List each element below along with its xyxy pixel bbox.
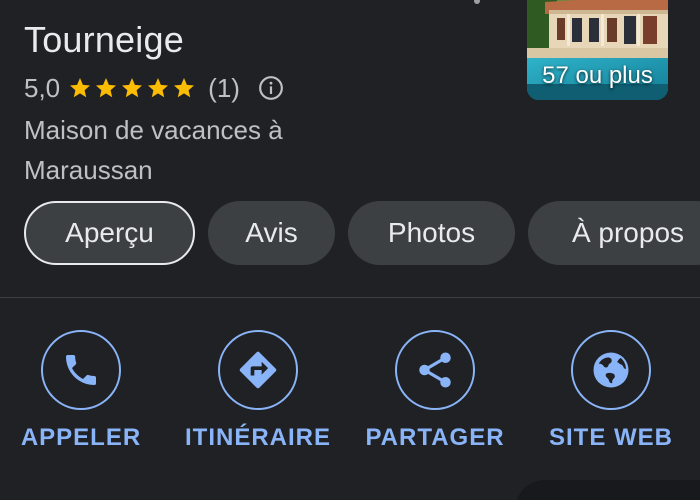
- tab-about[interactable]: À propos: [528, 201, 700, 265]
- info-icon[interactable]: [258, 75, 284, 101]
- rating-value: 5,0: [24, 72, 61, 103]
- share-button-circle[interactable]: [395, 330, 475, 410]
- place-category: Maison de vacances à Maraussan: [24, 115, 283, 185]
- tab-overview[interactable]: Aperçu: [24, 201, 195, 265]
- more-options-icon[interactable]: [474, 0, 480, 4]
- rating-row[interactable]: 5,0 (1): [24, 70, 284, 106]
- rating-stars: [68, 76, 198, 100]
- star-icon: [174, 78, 195, 98]
- tab-photos[interactable]: Photos: [348, 201, 515, 265]
- share-icon: [419, 352, 451, 388]
- share-button[interactable]: PARTAGER: [347, 330, 523, 452]
- share-label[interactable]: PARTAGER: [347, 424, 523, 452]
- directions-label[interactable]: ITINÉRAIRE: [170, 424, 346, 452]
- tab-bar: Aperçu Avis Photos À propos: [24, 201, 700, 267]
- directions-icon: [239, 351, 277, 389]
- call-button-circle[interactable]: [41, 330, 121, 410]
- section-divider: [0, 297, 700, 298]
- place-title: Tourneige: [24, 19, 184, 60]
- star-icon: [96, 78, 117, 98]
- globe-icon: [593, 352, 629, 388]
- call-label[interactable]: APPELER: [0, 424, 169, 452]
- review-count[interactable]: (1): [208, 73, 240, 104]
- photo-thumbnail[interactable]: 57 ou plus: [527, 0, 668, 100]
- place-panel: Tourneige 5,0 (1) Maison de vacances à M…: [0, 0, 700, 500]
- photo-count-label: 57 ou plus: [542, 62, 653, 89]
- website-button[interactable]: SITE WEB: [523, 330, 699, 452]
- map-preview-edge: [515, 480, 700, 500]
- website-label[interactable]: SITE WEB: [523, 424, 699, 452]
- star-icon: [122, 78, 143, 98]
- tab-reviews[interactable]: Avis: [208, 201, 335, 265]
- star-icon: [148, 78, 169, 98]
- directions-button-circle[interactable]: [218, 330, 298, 410]
- directions-button[interactable]: ITINÉRAIRE: [170, 330, 346, 452]
- call-button[interactable]: APPELER: [0, 330, 169, 452]
- website-button-circle[interactable]: [571, 330, 651, 410]
- phone-icon: [66, 355, 96, 385]
- star-icon: [70, 78, 91, 98]
